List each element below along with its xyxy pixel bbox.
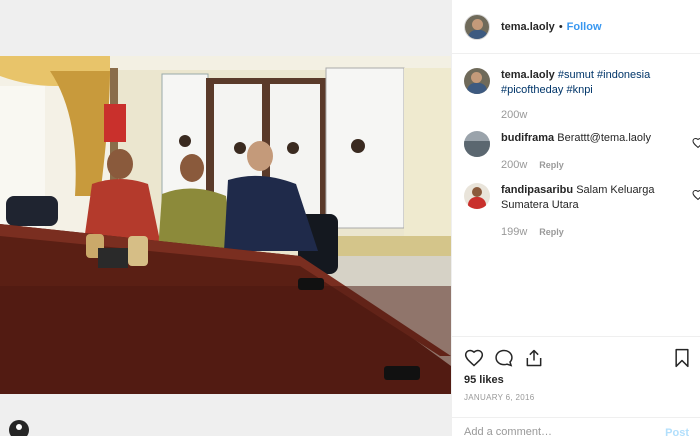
header-username[interactable]: tema.laoly (501, 21, 555, 33)
hashtag[interactable]: #knpi (566, 84, 592, 96)
photo-pane (0, 0, 451, 436)
post-date[interactable]: JANUARY 6, 2016 (464, 393, 534, 402)
comments-list: tema.laoly #sumut #indonesia #picoftheda… (464, 68, 700, 240)
action-icons (464, 348, 544, 368)
caption-username[interactable]: tema.laoly (501, 69, 555, 81)
share-icon[interactable] (524, 348, 544, 368)
reply-button[interactable]: Reply (539, 158, 564, 173)
photo-scene (0, 56, 451, 394)
caption-time[interactable]: 200w (501, 108, 527, 123)
comment-input[interactable] (464, 427, 644, 436)
comment-body: budiframa Berattt@tema.laoly 200w Reply (501, 131, 651, 173)
avatar[interactable] (464, 13, 490, 40)
hashtag[interactable]: #picoftheday (501, 84, 563, 96)
comment-username[interactable]: fandipasaribu (501, 184, 573, 196)
comment-meta: 199w Reply (501, 225, 671, 240)
comment-time[interactable]: 200w (501, 158, 527, 173)
post-photo[interactable] (0, 56, 451, 394)
caption-meta: 200w (501, 108, 650, 123)
post-sidebar: tema.laoly • Follow tema.laoly #sumut #i… (451, 0, 700, 436)
post-comment-button[interactable]: Post (665, 427, 689, 436)
comment-item: budiframa Berattt@tema.laoly 200w Reply (464, 131, 700, 173)
caption-avatar[interactable] (464, 68, 490, 94)
user-tag-icon[interactable] (9, 420, 29, 436)
hashtag[interactable]: #indonesia (597, 69, 650, 81)
bookmark-icon[interactable] (673, 348, 691, 368)
likes-count[interactable]: 95 likes (464, 374, 504, 386)
post-actions: 95 likes JANUARY 6, 2016 Post (452, 336, 700, 436)
reply-button[interactable]: Reply (539, 225, 564, 240)
heart-icon[interactable] (464, 348, 484, 368)
comment-text: Berattt@tema.laoly (557, 132, 651, 144)
separator-dot: • (558, 20, 563, 33)
comment-body: fandipasaribu Salam Keluarga Sumatera Ut… (501, 183, 671, 240)
comment-time[interactable]: 199w (501, 225, 527, 240)
commenter-avatar[interactable] (464, 131, 490, 157)
comment-icon[interactable] (494, 348, 514, 368)
caption: tema.laoly #sumut #indonesia #picoftheda… (464, 68, 692, 123)
bookmark-button[interactable] (673, 348, 691, 368)
commenter-avatar[interactable] (464, 183, 490, 209)
hashtag[interactable]: #sumut (558, 69, 594, 81)
post-header: tema.laoly • Follow (452, 0, 700, 54)
add-comment-bar: Post (452, 417, 700, 436)
caption-body: tema.laoly #sumut #indonesia #picoftheda… (501, 68, 650, 123)
comment-heart-icon[interactable] (692, 189, 700, 201)
comment-meta: 200w Reply (501, 158, 651, 173)
comment-heart-icon[interactable] (692, 137, 700, 149)
comment-item: fandipasaribu Salam Keluarga Sumatera Ut… (464, 183, 700, 240)
follow-button[interactable]: Follow (567, 21, 602, 33)
comment-username[interactable]: budiframa (501, 132, 554, 144)
